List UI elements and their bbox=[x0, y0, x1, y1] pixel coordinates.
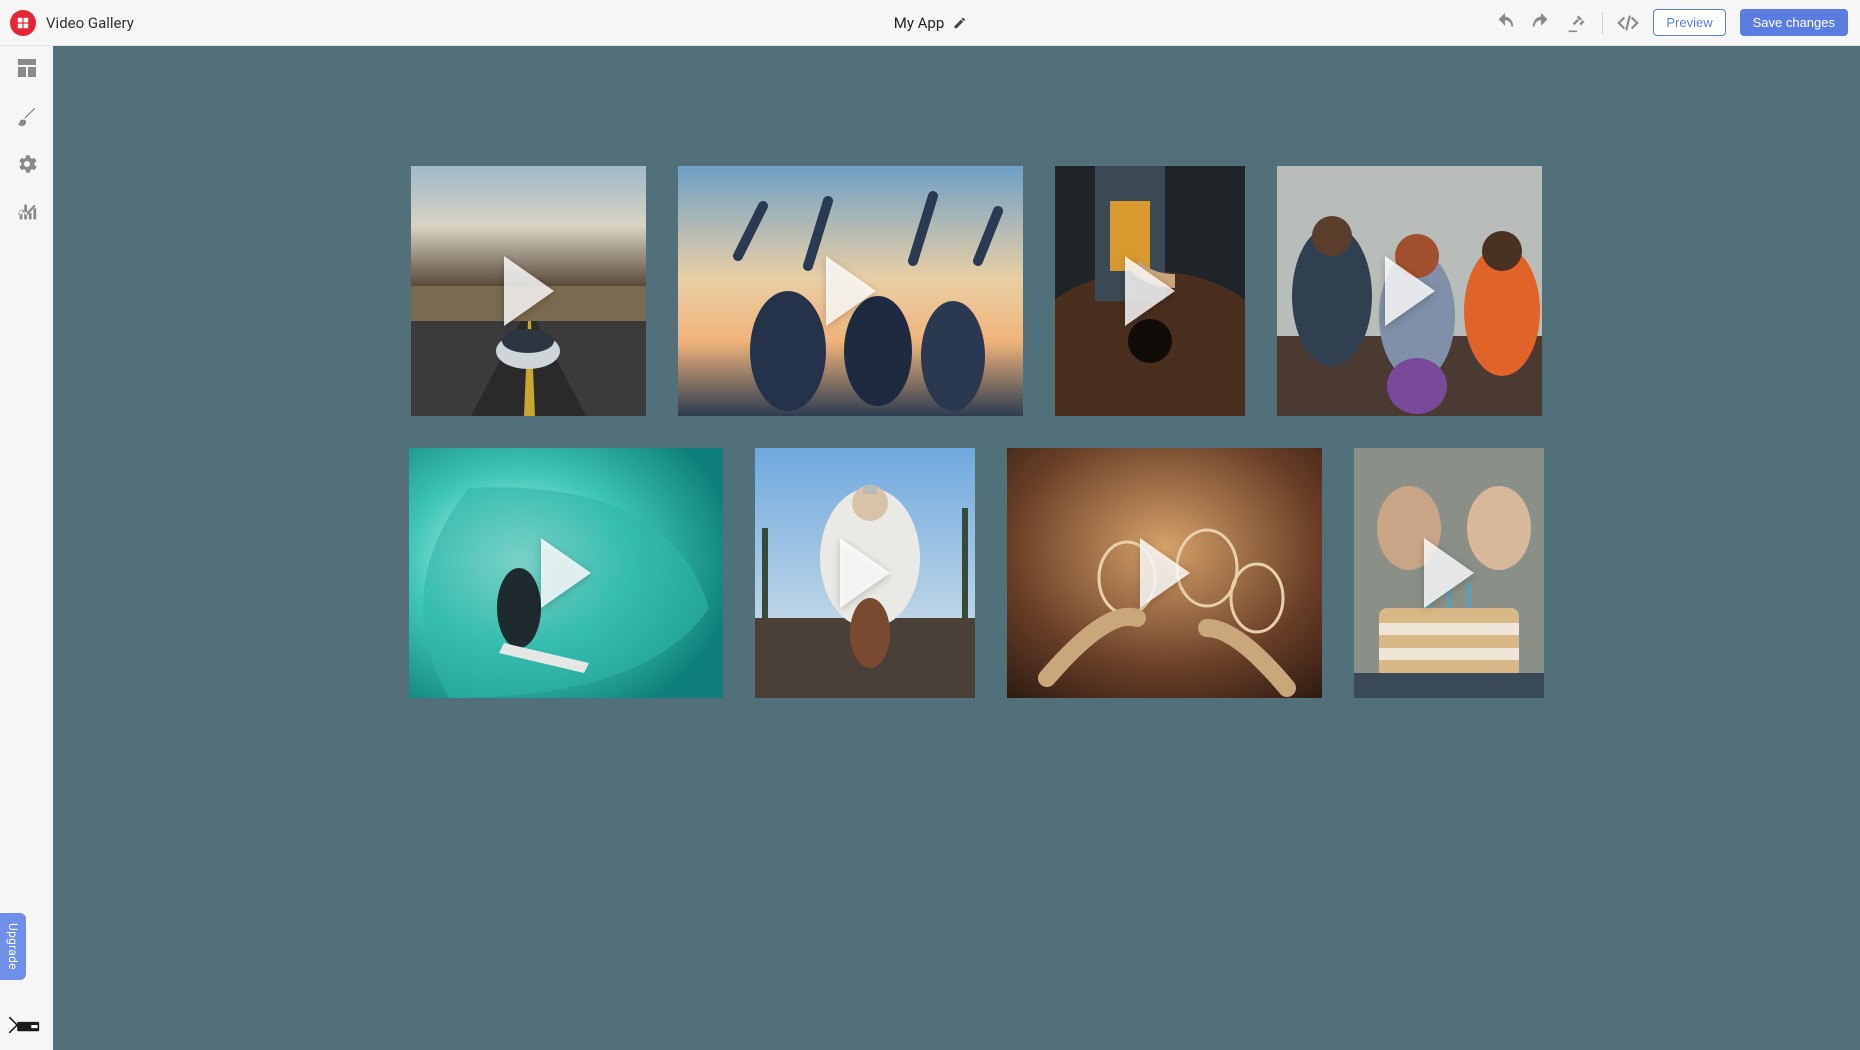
topbar-actions: Preview Save changes bbox=[1494, 9, 1848, 36]
gallery-row-2 bbox=[193, 448, 1760, 698]
layout-icon bbox=[15, 56, 39, 80]
pencil-icon[interactable] bbox=[952, 16, 966, 30]
grid-icon bbox=[16, 16, 30, 30]
play-icon bbox=[1140, 538, 1190, 608]
main-shell: Upgrade bbox=[0, 46, 1860, 1050]
video-thumb-guitar[interactable] bbox=[1055, 166, 1245, 416]
left-sidebar: Upgrade bbox=[0, 46, 53, 1050]
video-thumb-birthday-cake[interactable] bbox=[1354, 448, 1544, 698]
sidebar-analytics-button[interactable] bbox=[15, 200, 39, 224]
page-title: Video Gallery bbox=[46, 14, 134, 32]
undo-button[interactable] bbox=[1494, 12, 1516, 34]
video-thumb-skateboard[interactable] bbox=[755, 448, 975, 698]
sidebar-brush-button[interactable] bbox=[15, 104, 39, 128]
video-thumb-surfer[interactable] bbox=[409, 448, 723, 698]
video-thumb-friends-sunset[interactable] bbox=[678, 166, 1023, 416]
app-title-group: My App bbox=[894, 14, 967, 32]
gavel-button[interactable] bbox=[1566, 12, 1588, 34]
play-icon bbox=[826, 256, 876, 326]
play-icon bbox=[504, 256, 554, 326]
gear-icon bbox=[15, 152, 39, 176]
video-gallery bbox=[193, 166, 1760, 698]
save-changes-button[interactable]: Save changes bbox=[1740, 9, 1848, 36]
play-icon bbox=[541, 538, 591, 608]
gavel-icon bbox=[1567, 13, 1587, 33]
play-icon bbox=[1385, 256, 1435, 326]
code-icon bbox=[1617, 12, 1639, 34]
chart-icon bbox=[16, 201, 38, 223]
code-button[interactable] bbox=[1617, 12, 1639, 34]
brush-icon bbox=[16, 105, 38, 127]
app-logo[interactable] bbox=[10, 10, 36, 36]
video-thumb-friends-sitting[interactable] bbox=[1277, 166, 1542, 416]
gallery-row-1 bbox=[193, 166, 1760, 416]
upgrade-tab[interactable]: Upgrade bbox=[0, 913, 26, 980]
play-icon bbox=[1125, 256, 1175, 326]
undo-icon bbox=[1494, 12, 1516, 34]
redo-button[interactable] bbox=[1530, 12, 1552, 34]
sidebar-settings-button[interactable] bbox=[15, 152, 39, 176]
editor-canvas[interactable] bbox=[53, 46, 1860, 1050]
video-thumb-wine-toast[interactable] bbox=[1007, 448, 1322, 698]
redo-icon bbox=[1530, 12, 1552, 34]
sidebar-layout-button[interactable] bbox=[15, 56, 39, 80]
topbar: Video Gallery My App Preview Save change… bbox=[0, 0, 1860, 46]
play-icon bbox=[840, 538, 890, 608]
video-thumb-car-road[interactable] bbox=[411, 166, 646, 416]
mascot-icon bbox=[6, 1014, 44, 1036]
divider bbox=[1602, 12, 1603, 34]
play-icon bbox=[1424, 538, 1474, 608]
preview-button[interactable]: Preview bbox=[1653, 9, 1725, 36]
app-title: My App bbox=[894, 14, 945, 32]
upgrade-label: Upgrade bbox=[0, 913, 26, 980]
